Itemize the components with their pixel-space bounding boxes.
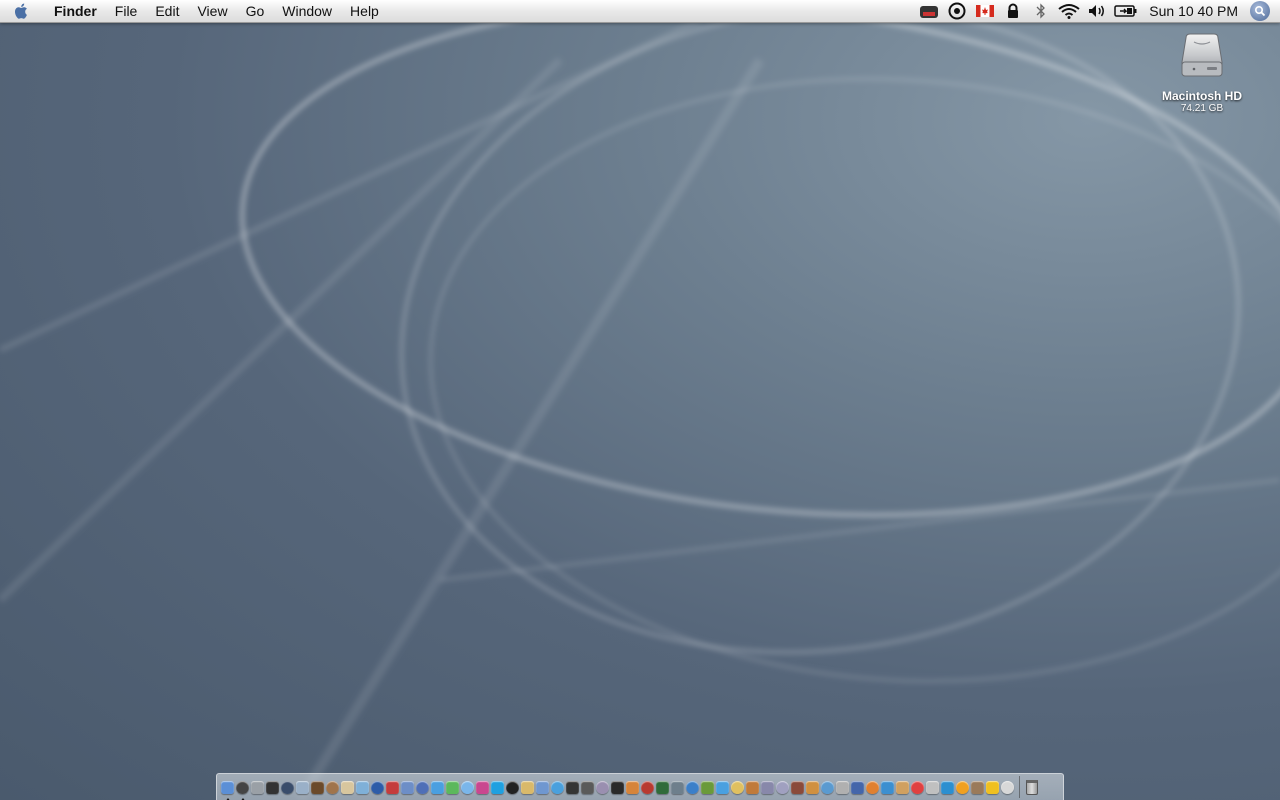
dock-app-icon[interactable] [236, 780, 249, 800]
menu-edit[interactable]: Edit [146, 0, 188, 22]
dock-app-icon[interactable] [251, 780, 264, 794]
dock-app-icon[interactable] [296, 780, 309, 794]
menu-go[interactable]: Go [237, 0, 274, 22]
dock-app-icon[interactable] [491, 780, 504, 794]
dock-app-icon[interactable] [461, 780, 474, 794]
dock-app-icon[interactable] [926, 780, 939, 794]
desktop[interactable]: Finder File Edit View Go Window Help Sun… [0, 0, 1280, 800]
dock-app-icon[interactable] [401, 780, 414, 794]
drive-name-label: Macintosh HD [1161, 89, 1242, 103]
dock-apps [220, 774, 1015, 800]
dock-app-icon[interactable] [701, 780, 714, 794]
dock [216, 773, 1064, 800]
menu-view[interactable]: View [188, 0, 236, 22]
dock-app-icon[interactable] [971, 780, 984, 794]
dock-app-icon[interactable] [746, 780, 759, 794]
dock-app-icon[interactable] [791, 780, 804, 794]
menu-file[interactable]: File [106, 0, 147, 22]
volume-icon[interactable] [1086, 0, 1108, 22]
dock-app-icon[interactable] [881, 780, 894, 794]
dock-app-icon[interactable] [956, 780, 969, 794]
dock-app-icon[interactable] [641, 780, 654, 794]
battery-icon[interactable] [1114, 0, 1138, 22]
dock-app-icon[interactable] [656, 780, 669, 794]
dock-app-icon[interactable] [941, 780, 954, 794]
dock-app-icon[interactable] [536, 780, 549, 794]
dock-app-icon[interactable] [911, 780, 924, 794]
dock-app-icon[interactable] [671, 780, 684, 794]
dock-app-icon[interactable] [326, 780, 339, 794]
dock-app-icon[interactable] [1001, 780, 1014, 794]
dock-app-icon[interactable] [476, 780, 489, 794]
dock-app-icon[interactable] [221, 780, 234, 800]
canada-flag-icon[interactable] [974, 0, 996, 22]
dock-app-icon[interactable] [311, 780, 324, 794]
sync-icon[interactable] [946, 0, 968, 22]
dock-app-icon[interactable] [266, 780, 279, 794]
dock-app-icon[interactable] [371, 780, 384, 794]
dock-app-icon[interactable] [806, 780, 819, 794]
dock-app-icon[interactable] [596, 780, 609, 794]
dock-app-icon[interactable] [566, 780, 579, 794]
dock-app-icon[interactable] [866, 780, 879, 794]
dock-app-icon[interactable] [341, 780, 354, 794]
dock-app-icon[interactable] [551, 780, 564, 794]
apple-menu[interactable] [0, 0, 44, 22]
wallpaper [0, 2, 1280, 800]
dock-app-icon[interactable] [716, 780, 729, 794]
dock-app-icon[interactable] [626, 780, 639, 794]
dock-app-icon[interactable] [686, 780, 699, 794]
dock-app-icon[interactable] [821, 780, 834, 794]
drive-size-label: 74.21 GB [1180, 103, 1224, 114]
trash-icon[interactable] [1026, 779, 1038, 795]
dock-app-icon[interactable] [581, 780, 594, 794]
dock-app-icon[interactable] [761, 780, 774, 794]
menu-window[interactable]: Window [273, 0, 341, 22]
dock-app-icon[interactable] [776, 780, 789, 794]
dock-app-icon[interactable] [986, 780, 999, 794]
hard-drive-icon [1181, 33, 1223, 77]
dock-app-icon[interactable] [731, 780, 744, 794]
dock-app-icon[interactable] [896, 780, 909, 794]
dock-app-icon[interactable] [611, 780, 624, 794]
wifi-icon[interactable] [1058, 0, 1080, 22]
battery-status-icon[interactable] [918, 0, 940, 22]
spotlight-search-icon[interactable] [1250, 1, 1270, 21]
menu-finder[interactable]: Finder [44, 0, 106, 22]
lock-icon[interactable] [1002, 0, 1024, 22]
dock-app-icon[interactable] [836, 780, 849, 794]
menu-extras: Sun 10 40 PM [915, 0, 1280, 22]
dock-app-icon[interactable] [416, 780, 429, 794]
dock-app-icon[interactable] [431, 780, 444, 794]
apple-logo-icon [14, 3, 27, 19]
dock-app-icon[interactable] [851, 780, 864, 794]
dock-app-icon[interactable] [281, 780, 294, 794]
dock-app-icon[interactable] [521, 780, 534, 794]
menu-clock[interactable]: Sun 10 40 PM [1141, 3, 1250, 19]
dock-app-icon[interactable] [356, 780, 369, 794]
dock-app-icon[interactable] [506, 780, 519, 794]
desktop-drive-macintosh-hd[interactable]: Macintosh HD 74.21 GB [1150, 32, 1254, 120]
menu-bar: Finder File Edit View Go Window Help Sun… [0, 0, 1280, 23]
dock-app-icon[interactable] [446, 780, 459, 794]
dock-separator [1019, 776, 1020, 798]
menu-help[interactable]: Help [341, 0, 388, 22]
dock-app-icon[interactable] [386, 780, 399, 794]
bluetooth-icon[interactable] [1030, 0, 1052, 22]
